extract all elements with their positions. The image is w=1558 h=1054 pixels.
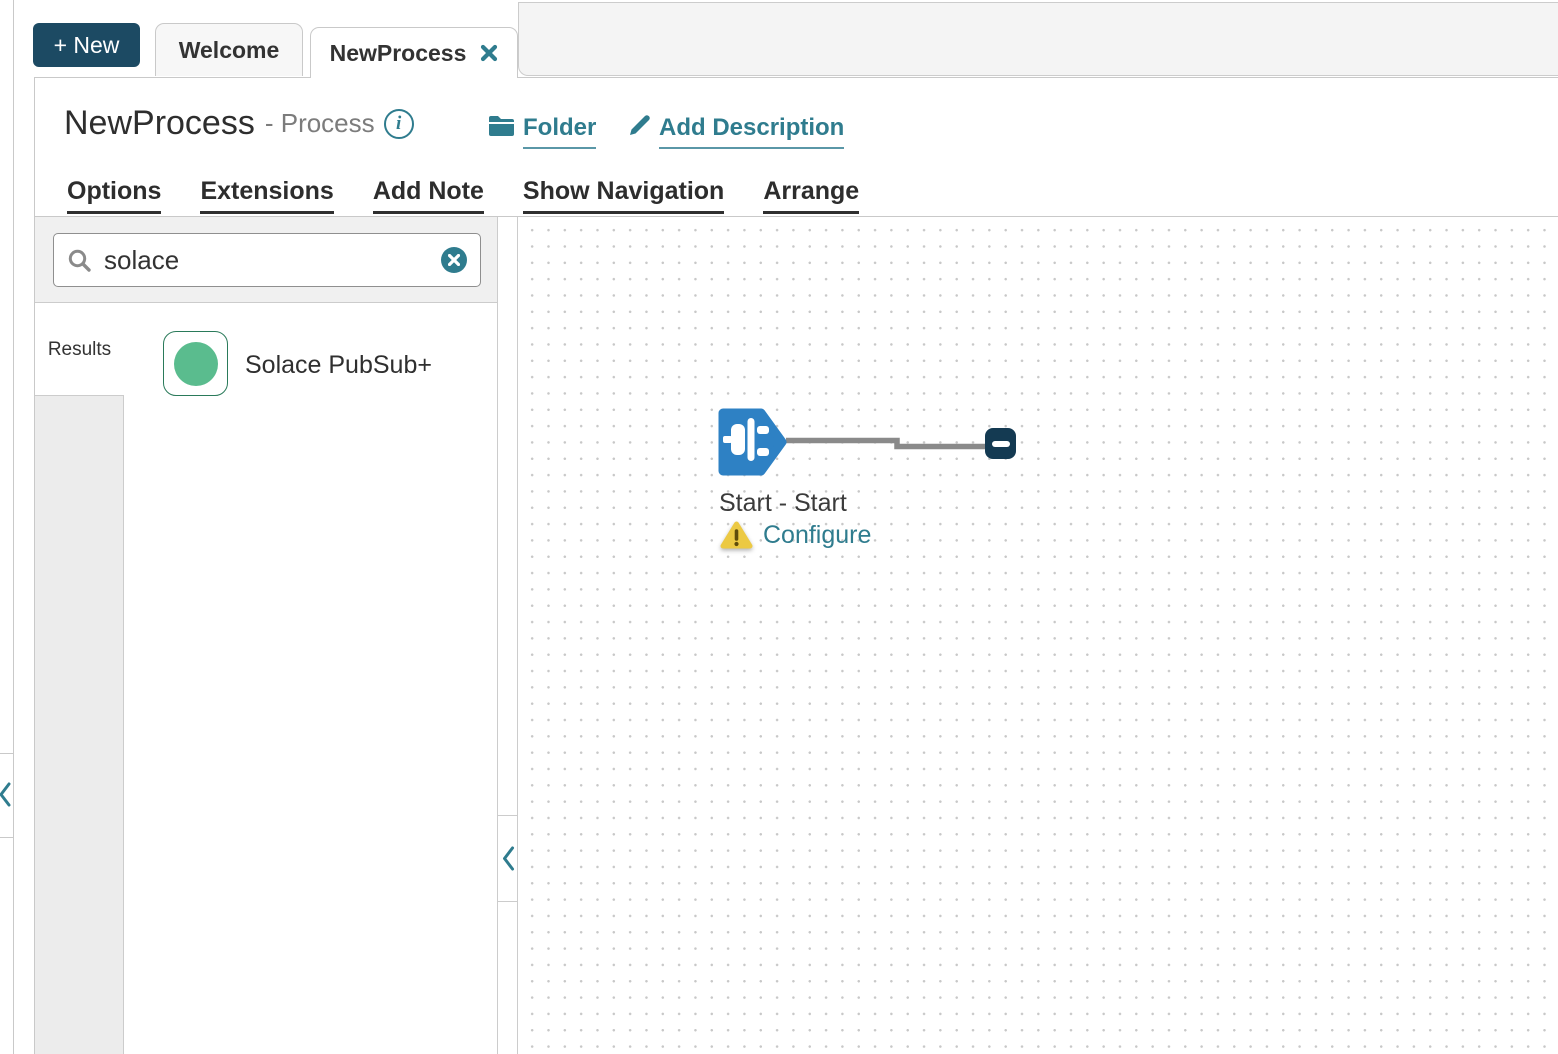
connector-green-dot-icon xyxy=(174,342,218,386)
left-panel-edge xyxy=(13,0,14,1054)
page-header: NewProcess - Process i xyxy=(64,104,414,143)
tab-newprocess-label: NewProcess xyxy=(330,40,467,67)
menu-item-add-note[interactable]: Add Note xyxy=(373,177,484,214)
search-icon xyxy=(67,248,92,273)
process-builder-app: + New Welcome NewProcess NewProcess - Pr… xyxy=(0,0,1558,1054)
page-title: NewProcess xyxy=(64,104,255,143)
menu-item-arrange[interactable]: Arrange xyxy=(763,177,859,214)
menu-item-options[interactable]: Options xyxy=(67,177,161,214)
result-item-label: Solace PubSub+ xyxy=(245,351,432,380)
stop-endpoint[interactable] xyxy=(985,428,1016,459)
info-icon[interactable]: i xyxy=(384,109,414,139)
sidebar-tabstrip-filler xyxy=(35,395,124,1054)
folder-link[interactable]: Folder xyxy=(523,114,596,149)
clear-x-icon xyxy=(448,254,460,266)
panel-collapse-handle-bottom xyxy=(497,901,518,902)
add-description-link[interactable]: Add Description xyxy=(659,114,844,149)
minus-icon xyxy=(992,441,1010,447)
start-step-shape[interactable] xyxy=(713,407,789,477)
folder-link-group[interactable]: Folder xyxy=(488,114,596,149)
process-canvas[interactable] xyxy=(519,217,1558,1054)
search-input[interactable] xyxy=(104,245,429,276)
collapse-sidebar-icon[interactable] xyxy=(502,845,515,872)
add-description-group[interactable]: Add Description xyxy=(628,114,844,149)
sidebar-tab-results[interactable]: Results xyxy=(35,304,124,395)
left-collapse-handle-bottom xyxy=(0,837,14,838)
panel-divider[interactable] xyxy=(497,217,518,1054)
configure-link[interactable]: Configure xyxy=(763,521,871,550)
connector-line xyxy=(786,436,986,452)
result-item-solace-pubsub[interactable] xyxy=(163,331,228,396)
left-collapse-handle-top xyxy=(0,753,14,754)
tab-welcome[interactable]: Welcome xyxy=(155,23,303,76)
process-menu: Options Extensions Add Note Show Navigat… xyxy=(67,177,859,214)
sidebar-tabstrip: Results xyxy=(35,304,124,1054)
menu-item-extensions[interactable]: Extensions xyxy=(200,177,333,214)
shape-search-box[interactable] xyxy=(53,233,481,287)
folder-icon xyxy=(488,114,515,138)
clear-search-button[interactable] xyxy=(441,247,467,273)
results-tab-label: Results xyxy=(48,339,111,361)
warning-icon xyxy=(720,520,753,550)
tab-newprocess[interactable]: NewProcess xyxy=(310,27,518,78)
collapse-left-panel-icon[interactable] xyxy=(0,781,11,808)
tab-welcome-label: Welcome xyxy=(179,37,280,64)
tabbar-background xyxy=(518,2,1558,76)
pencil-icon xyxy=(628,114,651,137)
page-type-label: - Process xyxy=(265,108,375,139)
panel-collapse-handle-top xyxy=(497,815,518,816)
close-tab-icon[interactable] xyxy=(480,44,498,62)
new-tab-button[interactable]: + New xyxy=(33,23,140,67)
start-step-label: Start - Start xyxy=(719,489,847,518)
start-step-config-row: Configure xyxy=(720,520,871,550)
menu-item-show-navigation[interactable]: Show Navigation xyxy=(523,177,724,214)
